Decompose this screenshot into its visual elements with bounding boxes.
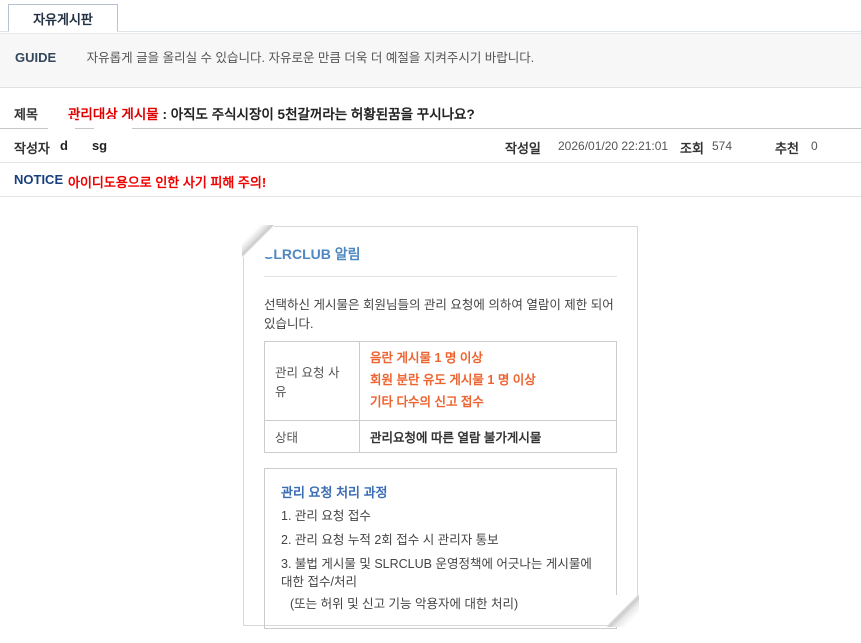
status-value: 관리요청에 따른 열람 불가게시물 (370, 431, 541, 445)
reason-item: 회원 분란 유도 게시물 1 명 이상 (370, 370, 606, 392)
notice-label: NOTICE (14, 172, 63, 187)
post-date: 2026/01/20 22:21:01 (558, 139, 668, 153)
redaction-patch (48, 119, 75, 132)
reason-label-cell: 관리 요청 사유 (265, 342, 360, 421)
author-name-part: sg (92, 138, 107, 153)
process-step: 2. 관리 요청 누적 2회 접수 시 관리자 통보 (281, 531, 600, 549)
restriction-dialog: SLRCLUB 알림 선택하신 게시물은 회원님들의 관리 요청에 의하여 열람… (243, 226, 638, 626)
table-row: 상태 관리요청에 따른 열람 불가게시물 (265, 420, 617, 452)
folded-corner-top-left (242, 225, 274, 257)
reason-item: 음란 게시물 1 명 이상 (370, 348, 606, 370)
views-count: 574 (712, 139, 732, 153)
dialog-divider (264, 276, 617, 277)
process-step: 3. 불법 게시물 및 SLRCLUB 운영정책에 어긋나는 게시물에 대한 접… (281, 555, 600, 591)
dialog-title: SLRCLUB 알림 (264, 244, 617, 264)
notice-row: NOTICE 아이디도용으로 인한 사기 피해 주의! (0, 163, 861, 197)
reason-item: 기타 다수의 신고 접수 (370, 392, 606, 414)
likes-count: 0 (811, 139, 818, 153)
tab-free-board[interactable]: 자유게시판 (8, 4, 118, 32)
tab-bar-divider (0, 31, 861, 32)
process-title: 관리 요청 처리 과정 (281, 482, 600, 501)
process-box: 관리 요청 처리 과정 1. 관리 요청 접수 2. 관리 요청 누적 2회 접… (264, 468, 617, 630)
notice-link[interactable]: 아이디도용으로 인한 사기 피해 주의! (68, 172, 266, 191)
restriction-reason-table: 관리 요청 사유 음란 게시물 1 명 이상 회원 분란 유도 게시물 1 명 … (264, 341, 617, 453)
folded-corner-bottom-right (607, 595, 639, 627)
likes-label: 추천 (775, 138, 799, 157)
dialog-intro-text: 선택하신 게시물은 회원님들의 관리 요청에 의하여 열람이 제한 되어 있습니… (264, 294, 617, 332)
date-label: 작성일 (505, 138, 541, 157)
status-label-cell: 상태 (265, 420, 360, 452)
reason-value-cell: 음란 게시물 1 명 이상 회원 분란 유도 게시물 1 명 이상 기타 다수의… (360, 342, 617, 421)
author-label: 작성자 (14, 138, 50, 157)
process-step-sub: (또는 허위 및 신고 기능 악용자에 대한 처리) (281, 595, 600, 613)
guide-bar: GUIDE 자유롭게 글을 올리실 수 있습니다. 자유로운 만큼 더욱 더 예… (0, 33, 861, 88)
table-row: 관리 요청 사유 음란 게시물 1 명 이상 회원 분란 유도 게시물 1 명 … (265, 342, 617, 421)
redaction-patch (94, 119, 132, 132)
guide-text: 자유롭게 글을 올리실 수 있습니다. 자유로운 만큼 더욱 더 예절을 지켜주… (87, 51, 535, 65)
guide-label: GUIDE (15, 50, 56, 65)
title-label: 제목 (14, 104, 38, 123)
author-name[interactable]: d sg (60, 138, 107, 153)
tab-free-board-label: 자유게시판 (33, 9, 93, 28)
views-label: 조회 (680, 138, 704, 157)
board-post-page: 자유게시판 GUIDE 자유롭게 글을 올리실 수 있습니다. 자유로운 만큼 … (0, 0, 861, 643)
post-title-text: : 아직도 주식시장이 5천갈꺼라는 허황된꿈을 꾸시나요? (159, 107, 475, 122)
status-value-cell: 관리요청에 따른 열람 불가게시물 (360, 420, 617, 452)
restriction-dialog-body: SLRCLUB 알림 선택하신 게시물은 회원님들의 관리 요청에 의하여 열람… (244, 227, 637, 643)
process-step: 1. 관리 요청 접수 (281, 507, 600, 525)
author-name-part: d (60, 138, 68, 153)
post-author-row: 작성자 d sg 작성일 2026/01/20 22:21:01 조회 574 추… (0, 129, 861, 163)
